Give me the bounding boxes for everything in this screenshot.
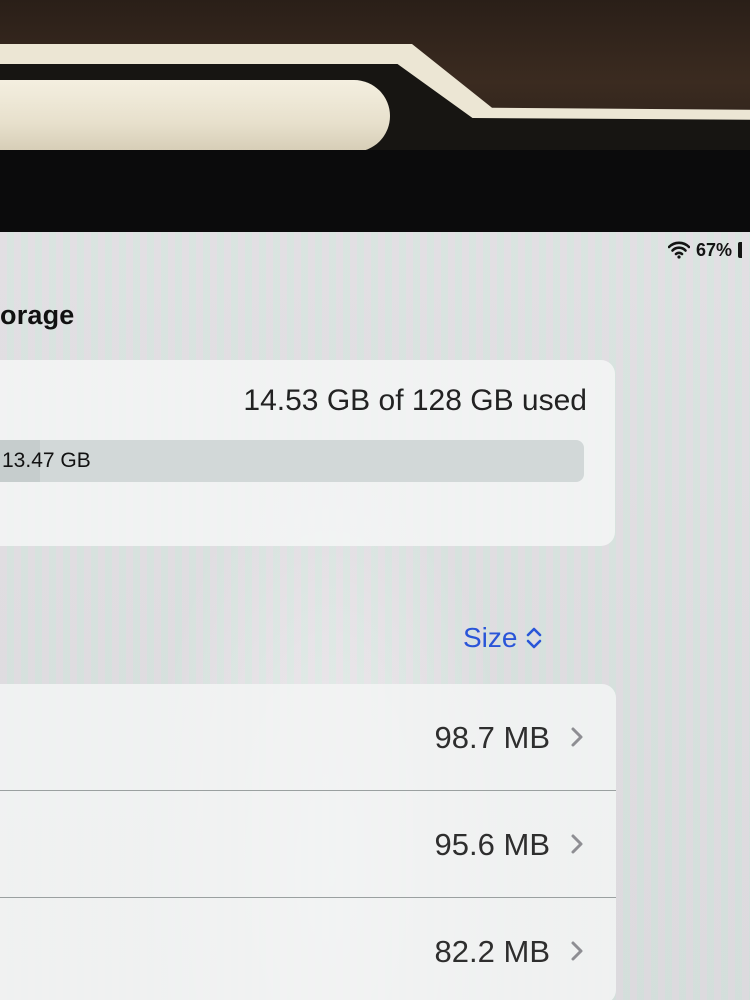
sort-by-size-button[interactable]: Size xyxy=(463,622,543,654)
battery-icon xyxy=(738,242,742,258)
sort-label: Size xyxy=(463,622,518,653)
chevron-right-icon xyxy=(571,727,583,747)
storage-summary-card: 14.53 GB of 128 GB used 13.47 GB xyxy=(0,360,615,546)
app-storage-list: 98.7 MB 95.6 MB 82.2 MB xyxy=(0,684,616,1000)
storage-used-summary: 14.53 GB of 128 GB used xyxy=(243,384,587,417)
app-row[interactable]: 82.2 MB xyxy=(0,898,616,1000)
storage-usage-bar: 13.47 GB xyxy=(0,440,584,482)
app-size: 95.6 MB xyxy=(434,827,550,862)
app-size: 98.7 MB xyxy=(434,720,550,755)
chevron-right-icon xyxy=(571,941,583,961)
status-bar: 67% xyxy=(667,238,742,262)
battery-percent: 67% xyxy=(695,239,732,260)
page-title: orage xyxy=(0,300,75,330)
sort-chevrons-icon xyxy=(527,627,542,649)
device-screen: 67% orage 14.53 GB of 128 GB used 13.47 … xyxy=(0,232,750,1000)
app-row[interactable]: 95.6 MB xyxy=(0,791,616,898)
storage-bar-label: 13.47 GB xyxy=(2,449,91,472)
stylus-pencil xyxy=(0,80,390,152)
device-bezel xyxy=(0,150,750,240)
app-size: 82.2 MB xyxy=(434,934,550,969)
wifi-icon xyxy=(667,241,690,259)
app-row[interactable]: 98.7 MB xyxy=(0,684,616,791)
chevron-right-icon xyxy=(571,834,583,854)
